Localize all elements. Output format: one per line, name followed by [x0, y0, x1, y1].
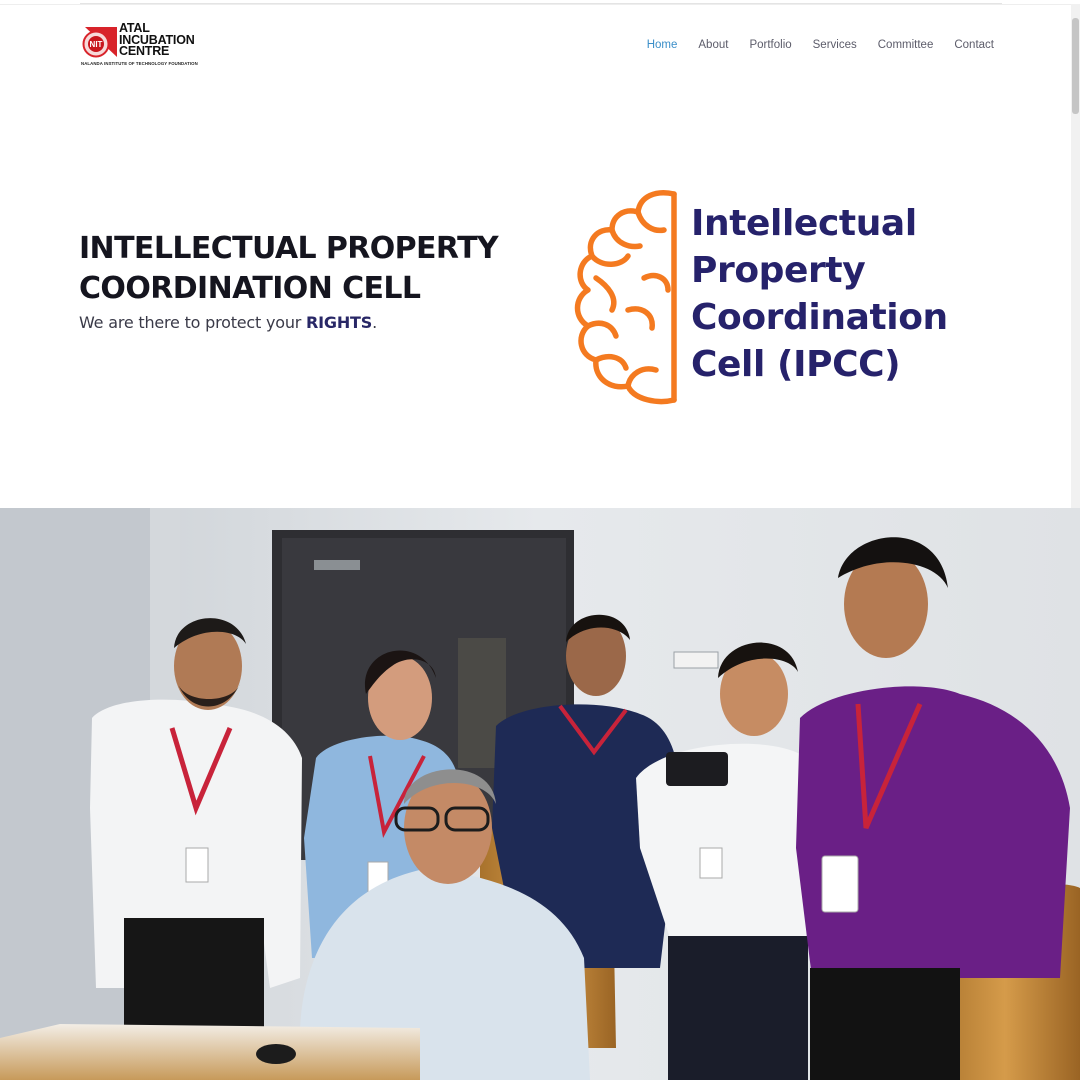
hero-subtitle-prefix: We are there to protect your: [79, 313, 307, 332]
hero-title-line-1: INTELLECTUAL PROPERTY: [79, 231, 499, 266]
ipcc-line-2: Property: [691, 250, 866, 291]
ipcc-line-3: Coordination: [691, 297, 948, 338]
logo-emblem-text: NIT: [90, 40, 103, 49]
nav-home[interactable]: Home: [647, 38, 678, 52]
hero-subtitle-suffix: .: [372, 313, 377, 332]
scrollbar-thumb[interactable]: [1072, 18, 1079, 114]
logo-wordmark: ATAL INCUBATION CENTRE: [119, 22, 195, 58]
main-navigation: Home About Portfolio Services Committee …: [626, 38, 994, 52]
top-divider: [80, 3, 1002, 4]
logo-subtitle: NALANDA INSTITUTE OF TECHNOLOGY FOUNDATI…: [81, 61, 198, 66]
brain-icon: [574, 190, 677, 405]
page-scrollbar[interactable]: [1071, 4, 1080, 508]
logo-line-3: CENTRE: [119, 44, 170, 58]
nav-about[interactable]: About: [698, 38, 728, 52]
hero-title-line-2: COORDINATION CELL: [79, 271, 421, 306]
nav-portfolio[interactable]: Portfolio: [749, 38, 791, 52]
top-border: [0, 4, 1080, 5]
ipcc-line-4: Cell (IPCC): [691, 344, 901, 385]
ipcc-line-1: Intellectual: [691, 203, 917, 244]
nav-contact[interactable]: Contact: [954, 38, 994, 52]
hero-subtitle-emphasis: RIGHTS: [306, 313, 373, 332]
hero-subtitle: We are there to protect your RIGHTS.: [79, 313, 377, 332]
logo-emblem-icon: NIT: [82, 27, 117, 58]
ipcc-wordmark: Intellectual Property Coordination Cell …: [691, 200, 948, 388]
hero-title: INTELLECTUAL PROPERTY COORDINATION CELL: [79, 229, 549, 309]
team-photo-illustration: [0, 508, 1080, 1080]
team-photo: [0, 508, 1080, 1080]
nav-services[interactable]: Services: [813, 38, 857, 52]
nav-committee[interactable]: Committee: [878, 38, 934, 52]
site-logo[interactable]: NIT ATAL INCUBATION CENTRE NALANDA INSTI…: [81, 22, 203, 70]
